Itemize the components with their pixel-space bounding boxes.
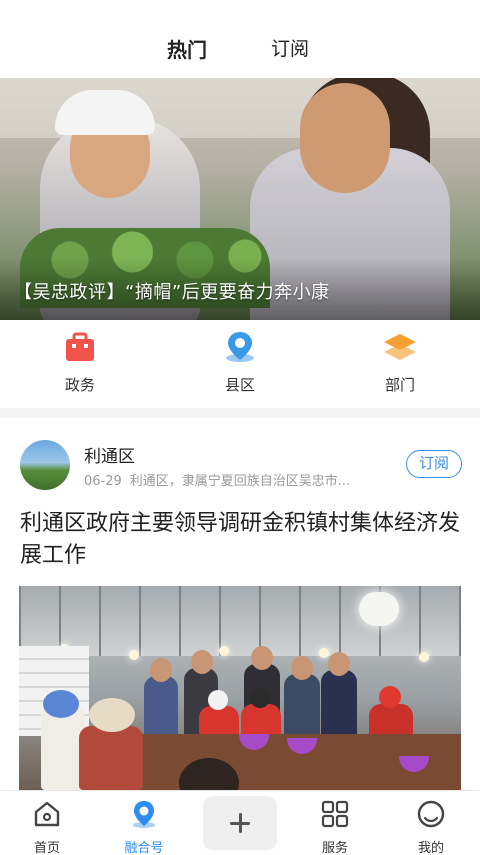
photo-lamp — [359, 592, 399, 626]
photo-person-head — [191, 650, 213, 674]
photo-person-head — [251, 646, 273, 670]
photo-worker-cap — [43, 690, 79, 718]
photo-lamp — [319, 648, 329, 658]
news-photo[interactable] — [19, 586, 461, 790]
shortcut-department[interactable]: 部门 — [360, 330, 440, 395]
news-headline[interactable]: 利通区政府主要领导调研金积镇村集体经济发展工作 — [20, 508, 460, 572]
tab-label: 融合号 — [124, 841, 164, 855]
post-meta: 06-29 利通区，隶属宁夏回族自治区吴忠市... — [84, 470, 350, 489]
shortcut-government[interactable]: 政务 — [40, 330, 120, 395]
top-tab-bar: 热门 订阅 — [0, 0, 480, 78]
profile-icon — [417, 800, 445, 828]
tab-home[interactable]: 首页 — [12, 799, 82, 855]
tab-hot[interactable]: 热门 — [167, 34, 207, 63]
shortcut-row: 政务 县区 部门 — [0, 320, 480, 408]
photo-worker-cap — [250, 688, 270, 708]
tab-services[interactable]: 服务 — [300, 799, 370, 855]
tab-label: 我的 — [417, 841, 444, 855]
photo-worker-cap — [208, 690, 228, 710]
location-pin-icon — [223, 330, 257, 364]
shortcut-label: 政务 — [64, 376, 95, 394]
tab-label: 服务 — [321, 841, 348, 855]
tab-media[interactable]: 融合号 — [109, 799, 179, 855]
shortcut-label: 部门 — [384, 376, 415, 394]
photo-worker-cap — [379, 686, 401, 708]
banner-figure-right-head — [300, 83, 390, 193]
author-name[interactable]: 利通区 — [84, 442, 135, 467]
photo-worker — [79, 726, 143, 790]
featured-banner[interactable]: 【吴忠政评】“摘帽”后更要奋力奔小康 — [0, 78, 480, 320]
banner-figure-left-cap — [55, 90, 155, 135]
photo-person-head — [150, 658, 172, 682]
banner-caption-overlay: 【吴忠政评】“摘帽”后更要奋力奔小康 — [0, 258, 480, 320]
section-divider — [0, 408, 480, 418]
photo-person-head — [291, 656, 313, 680]
layers-icon — [383, 330, 417, 364]
plus-icon-vertical — [239, 813, 242, 833]
news-card[interactable]: 利通区 06-29 利通区，隶属宁夏回族自治区吴忠市... 订阅 利通区政府主要领… — [0, 418, 480, 790]
photo-lamp — [219, 646, 229, 656]
add-button[interactable] — [203, 796, 277, 850]
bottom-tab-bar: 首页 融合号 服务 我的 — [0, 790, 480, 855]
briefcase-icon — [63, 330, 97, 364]
post-date: 06-29 — [84, 474, 122, 489]
photo-worker-hat — [89, 698, 135, 732]
subscribe-button[interactable]: 订阅 — [406, 450, 462, 478]
shortcut-label: 县区 — [224, 376, 255, 394]
shortcut-county[interactable]: 县区 — [200, 330, 280, 395]
tab-profile[interactable]: 我的 — [396, 799, 466, 855]
location-pin-icon — [133, 801, 155, 828]
home-icon — [34, 801, 60, 827]
photo-lamp — [129, 650, 139, 660]
tab-label: 首页 — [33, 841, 60, 855]
post-description: 利通区，隶属宁夏回族自治区吴忠市... — [129, 474, 351, 489]
photo-person-head — [328, 652, 350, 676]
tab-subscribed[interactable]: 订阅 — [271, 34, 309, 61]
photo-lamp — [419, 652, 429, 662]
grid-icon — [321, 800, 349, 828]
banner-caption: 【吴忠政评】“摘帽”后更要奋力奔小康 — [14, 282, 330, 303]
avatar[interactable] — [20, 440, 70, 490]
